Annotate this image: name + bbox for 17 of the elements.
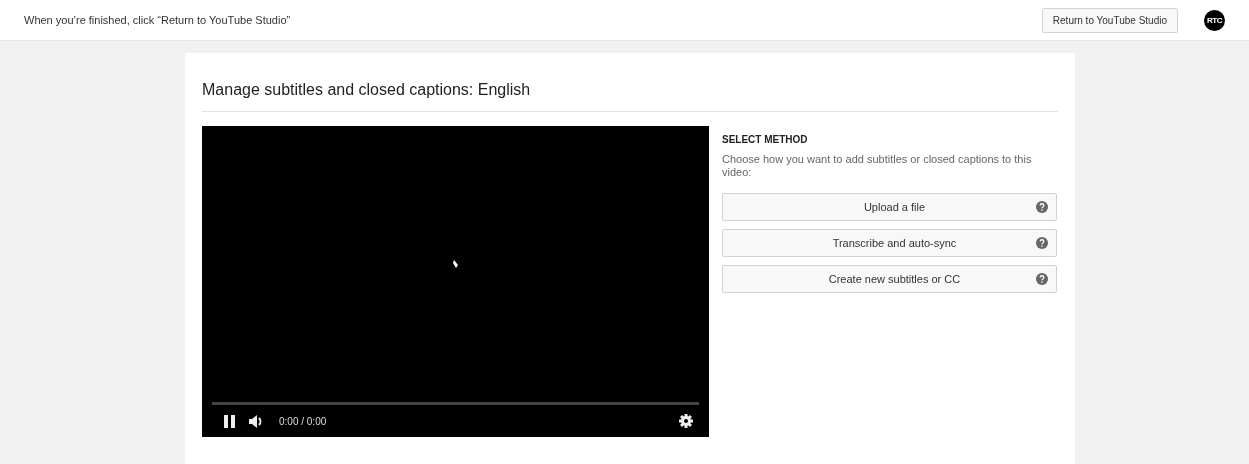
method-option[interactable]: Transcribe and auto-sync [722, 229, 1057, 257]
pause-icon[interactable] [224, 414, 235, 428]
instruction-text: When you’re finished, click “Return to YouTube Studio” [24, 14, 292, 26]
help-icon[interactable] [1036, 273, 1048, 285]
section-description: Choose how you want to add subtitles or closed captions to this video: [722, 153, 1033, 179]
method-option[interactable]: Upload a file [722, 193, 1057, 221]
time-display: 0:00 / 0:00 [279, 415, 328, 427]
section-heading: SELECT METHOD [722, 134, 809, 145]
avatar[interactable]: RTC [1204, 9, 1225, 31]
page-title: Manage subtitles and closed captions: English [202, 77, 1058, 112]
method-option[interactable]: Create new subtitles or CC [722, 265, 1057, 293]
help-icon[interactable] [1036, 201, 1048, 213]
progress-track[interactable] [212, 402, 699, 405]
loading-icon [452, 260, 459, 268]
settings-icon[interactable] [679, 414, 693, 428]
help-icon[interactable] [1036, 237, 1048, 249]
return-button[interactable]: Return to YouTube Studio [1041, 7, 1178, 33]
